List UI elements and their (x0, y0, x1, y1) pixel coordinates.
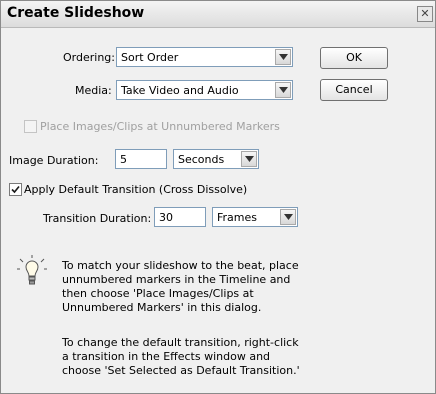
apply-transition-checkbox[interactable] (9, 183, 22, 196)
media-value: Take Video and Audio (121, 84, 239, 97)
tip-line: unnumbered markers in the Timeline and (62, 273, 291, 286)
transition-duration-input[interactable]: 30 (154, 207, 206, 227)
title-bar[interactable]: Create Slideshow ✕ (1, 1, 435, 28)
transition-duration-unit-select[interactable]: Frames (212, 207, 298, 227)
close-icon[interactable]: ✕ (417, 6, 433, 22)
ordering-value: Sort Order (121, 51, 179, 64)
image-duration-unit-value: Seconds (178, 153, 225, 166)
chevron-down-icon[interactable] (275, 82, 291, 98)
chevron-down-icon[interactable] (275, 49, 291, 65)
tip-line: To match your slideshow to the beat, pla… (62, 259, 299, 272)
ordering-label: Ordering: (63, 51, 115, 64)
tip-line: then choose 'Place Images/Clips at (62, 287, 254, 300)
tip-line: To change the default transition, right-… (62, 336, 299, 349)
image-duration-unit-select[interactable]: Seconds (173, 149, 259, 169)
lightbulb-icon (17, 255, 47, 285)
tip-line: a transition in the Effects window and (62, 350, 271, 363)
tip-line: Unnumbered Markers' in this dialog. (62, 301, 262, 314)
transition-duration-label: Transition Duration: (43, 212, 152, 225)
checkmark-icon (11, 185, 20, 194)
dialog-title: Create Slideshow (7, 5, 145, 21)
media-select[interactable]: Take Video and Audio (116, 80, 293, 100)
image-duration-input[interactable]: 5 (115, 149, 167, 169)
cancel-button[interactable]: Cancel (320, 79, 388, 101)
ok-button[interactable]: OK (320, 47, 388, 69)
image-duration-label: Image Duration: (9, 154, 99, 167)
place-images-label: Place Images/Clips at Unnumbered Markers (40, 120, 280, 133)
transition-duration-unit-value: Frames (217, 211, 258, 224)
chevron-down-icon[interactable] (241, 151, 257, 167)
apply-transition-label: Apply Default Transition (Cross Dissolve… (24, 183, 248, 196)
place-images-checkbox[interactable] (24, 120, 37, 133)
tip-beat-text: To match your slideshow to the beat, pla… (62, 259, 422, 315)
chevron-down-icon[interactable] (280, 209, 296, 225)
tip-line: choose 'Set Selected as Default Transiti… (62, 364, 300, 377)
media-label: Media: (75, 84, 112, 97)
ordering-select[interactable]: Sort Order (116, 47, 293, 67)
create-slideshow-dialog: Create Slideshow ✕ Ordering: Sort Order … (0, 0, 436, 394)
tip-transition-text: To change the default transition, right-… (62, 336, 422, 378)
